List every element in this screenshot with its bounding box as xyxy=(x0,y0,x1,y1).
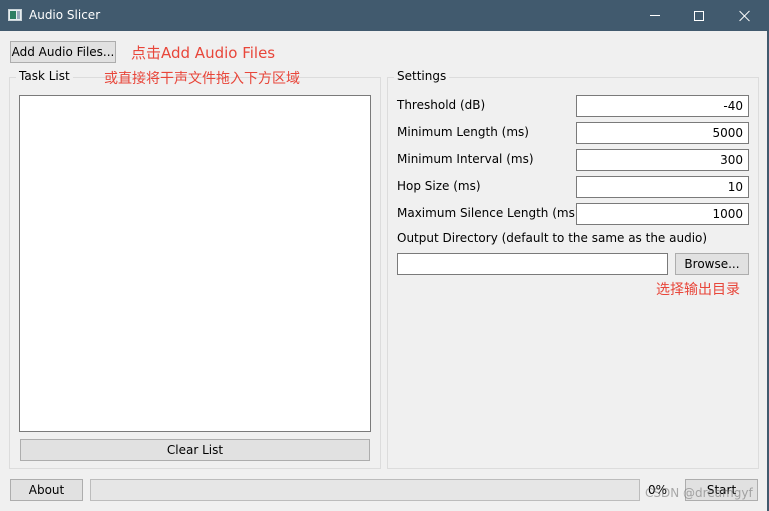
close-icon xyxy=(739,10,751,22)
progress-bar xyxy=(90,479,640,501)
title-bar: Audio Slicer xyxy=(0,0,769,31)
about-button[interactable]: About xyxy=(10,479,83,501)
output-directory-input[interactable] xyxy=(397,253,668,275)
progress-text: 0% xyxy=(648,483,668,497)
hop-size-input[interactable] xyxy=(576,176,749,198)
min-length-input[interactable] xyxy=(576,122,749,144)
window-title: Audio Slicer xyxy=(29,8,101,22)
hop-size-label: Hop Size (ms) xyxy=(397,179,481,193)
annotation-browse-hint: 选择输出目录 xyxy=(656,282,740,298)
max-silence-input[interactable] xyxy=(576,203,749,225)
min-interval-input[interactable] xyxy=(576,149,749,171)
app-icon xyxy=(8,9,22,21)
max-silence-label: Maximum Silence Length (ms) xyxy=(397,206,580,220)
settings-title: Settings xyxy=(394,69,450,83)
threshold-label: Threshold (dB) xyxy=(397,98,486,112)
min-length-label: Minimum Length (ms) xyxy=(397,125,529,139)
task-list[interactable] xyxy=(19,95,371,432)
minimize-icon xyxy=(650,15,660,16)
annotation-drag-hint: 或直接将干声文件拖入下方区域 xyxy=(104,71,300,87)
maximize-icon xyxy=(694,10,704,21)
browse-button[interactable]: Browse... xyxy=(675,253,749,275)
annotation-add-hint: 点击Add Audio Files xyxy=(131,44,276,62)
task-list-title: Task List xyxy=(16,69,73,83)
maximize-button[interactable] xyxy=(676,0,722,31)
threshold-input[interactable] xyxy=(576,95,749,117)
min-interval-label: Minimum Interval (ms) xyxy=(397,152,534,166)
clear-list-button[interactable]: Clear List xyxy=(20,439,370,461)
output-directory-label: Output Directory (default to the same as… xyxy=(397,231,708,245)
start-button[interactable]: Start xyxy=(685,479,758,501)
add-audio-files-button[interactable]: Add Audio Files... xyxy=(10,41,116,63)
minimize-button[interactable] xyxy=(632,0,678,31)
close-button[interactable] xyxy=(722,0,768,31)
